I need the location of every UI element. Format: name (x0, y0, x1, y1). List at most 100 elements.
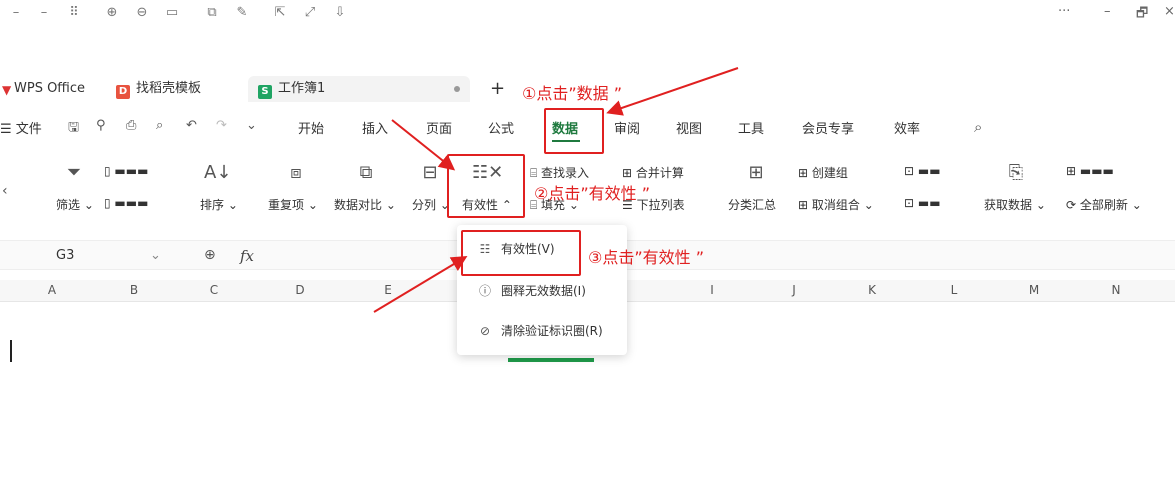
column-k[interactable]: K (862, 283, 882, 297)
menu-efficiency[interactable]: 效率 (894, 118, 920, 137)
column-b[interactable]: B (124, 283, 144, 297)
circle-info-icon: ⓘ (478, 284, 491, 298)
export-icon[interactable]: ⇩ (332, 5, 348, 21)
share-icon[interactable]: ⇱ (272, 5, 288, 21)
filter-icon[interactable]: ⏷ (62, 162, 86, 184)
unsaved-dot-icon (454, 86, 460, 92)
annotation-step3: ③点击”有效性 ” (588, 248, 705, 267)
menu-home[interactable]: 开始 (298, 118, 324, 137)
clear-circle-icon: ⊘ (479, 324, 491, 338)
split-label: 分列 (412, 198, 437, 212)
tab-label: WPS Office (14, 81, 86, 96)
tab-docer-template[interactable]: D 找稻壳模板 (116, 76, 201, 102)
new-tab-button[interactable]: + (490, 76, 505, 102)
menu-member[interactable]: 会员专享 (802, 118, 854, 137)
zoom-out-icon[interactable]: ⊖ (134, 5, 150, 21)
compare-button[interactable]: 数据对比 ⌄ (334, 196, 396, 213)
menu-insert[interactable]: 插入 (362, 118, 388, 137)
ungroup-button[interactable]: ⊞ 取消组合 ⌄ (798, 196, 874, 213)
column-l[interactable]: L (944, 283, 964, 297)
faded-option: ⊡ ▬▬ (904, 196, 941, 210)
column-n[interactable]: N (1106, 283, 1126, 297)
column-a[interactable]: A (42, 283, 62, 297)
create-group-button[interactable]: ⊞ 创建组 (798, 164, 848, 181)
fx-icon[interactable]: fx (240, 247, 254, 265)
tab-label: 工作簿1 (278, 81, 326, 96)
split-button[interactable]: 分列 ⌄ (412, 196, 450, 213)
grid-icon[interactable]: ⠿ (66, 5, 82, 21)
merge-calc-button[interactable]: ⊞ 合并计算 (622, 164, 684, 181)
sort-label: 排序 (200, 198, 225, 212)
menu-page[interactable]: 页面 (426, 118, 452, 137)
copy-icon[interactable]: ⧉ (204, 5, 220, 21)
ungroup-label: 取消组合 (811, 198, 860, 212)
edit-icon[interactable]: ✎ (234, 5, 250, 21)
highlight-box-validity-item (461, 230, 581, 276)
chevron-down-icon: ⌄ (150, 248, 161, 263)
dropdown-item-clear-circles[interactable]: ⊘ 清除验证标识圈(R) (457, 313, 627, 349)
cell-ref: G3 (56, 248, 75, 263)
column-c[interactable]: C (204, 283, 224, 297)
dropdown-item-circle-invalid[interactable]: ⓘ 圈释无效数据(I) (457, 273, 627, 309)
zoom-in-icon[interactable]: ⊕ (104, 5, 120, 21)
menu-formula[interactable]: 公式 (488, 118, 514, 137)
zoom-icon[interactable]: ⊕ (204, 247, 216, 263)
close-icon[interactable]: × (1164, 4, 1175, 19)
column-m[interactable]: M (1024, 283, 1044, 297)
column-i[interactable]: I (702, 283, 722, 297)
filter-label: 筛选 (56, 198, 81, 212)
chevron-down-icon[interactable]: ⌄ (246, 118, 257, 133)
quick-toolbar: – – ⠿ ⊕ ⊖ ▭ ⧉ ✎ ⇱ ⤢ ⇩ ··· – 🗗 × (0, 0, 1175, 28)
sort-button[interactable]: 排序 ⌄ (200, 196, 238, 213)
preview-icon[interactable]: ⌕ (156, 118, 163, 133)
column-j[interactable]: J (784, 283, 804, 297)
get-data-button[interactable]: 获取数据 ⌄ (984, 196, 1046, 213)
split-icon[interactable]: ⊟ (418, 162, 442, 184)
menu-file[interactable]: ☰ 文件 (0, 118, 42, 137)
menu-file-label: 文件 (15, 122, 42, 137)
save-icon[interactable]: 🖫 (68, 118, 79, 140)
filter-button[interactable]: 筛选 ⌄ (56, 196, 94, 213)
collapse-left-icon[interactable]: ‹ (2, 180, 8, 202)
menu-review[interactable]: 审阅 (614, 118, 640, 137)
refresh-all-label: 全部刷新 (1079, 198, 1128, 212)
name-box[interactable]: G3 ⌄ (0, 241, 175, 271)
subtotal-button[interactable]: 分类汇总 (728, 196, 776, 213)
duplicates-button[interactable]: 重复项 ⌄ (268, 196, 318, 213)
fullscreen-icon[interactable]: ⤢ (302, 5, 318, 21)
annotation-step2: ②点击”有效性 ” (534, 184, 651, 203)
sort-icon[interactable]: A↓ (204, 162, 231, 184)
print-icon[interactable]: ⎙ (126, 118, 136, 133)
spreadsheet-logo-icon: S (258, 85, 272, 99)
subtotal-icon[interactable]: ⊞ (744, 162, 768, 184)
faded-option: ⊞ ▬▬▬ (1066, 164, 1114, 178)
link-icon[interactable]: ⚲ (96, 118, 106, 133)
faded-option: ⊡ ▬▬ (904, 164, 941, 178)
compare-label: 数据对比 (334, 198, 383, 212)
more-icon[interactable]: ··· (1058, 4, 1070, 19)
restore-icon[interactable]: 🗗 (1136, 4, 1148, 26)
minimize-icon[interactable]: – (1104, 4, 1111, 19)
tab-wps-office[interactable]: ▼ WPS Office (2, 76, 85, 102)
get-data-icon[interactable]: ⎘ (1004, 162, 1028, 184)
cell-cursor (10, 340, 12, 362)
get-data-label: 获取数据 (984, 198, 1033, 212)
tab-workbook1[interactable]: S 工作簿1 (248, 76, 470, 102)
tab-label: 找稻壳模板 (136, 81, 202, 96)
redo-icon[interactable]: ↷ (216, 118, 227, 133)
screen-icon[interactable]: ▭ (164, 5, 180, 21)
duplicates-icon[interactable]: ⧈ (284, 162, 308, 184)
annotation-step1: ①点击”数据 ” (522, 84, 623, 103)
highlight-box-data-tab (544, 108, 604, 154)
menu-tools[interactable]: 工具 (738, 118, 764, 137)
column-e[interactable]: E (378, 283, 398, 297)
column-d[interactable]: D (290, 283, 310, 297)
lookup-entry-button[interactable]: ⌸ 查找录入 (530, 164, 589, 181)
refresh-all-button[interactable]: ⟳ 全部刷新 ⌄ (1066, 196, 1142, 213)
create-group-label: 创建组 (811, 166, 848, 180)
compare-icon[interactable]: ⧉ (354, 162, 378, 184)
menu-view[interactable]: 视图 (676, 118, 702, 137)
docer-logo-icon: D (116, 85, 130, 99)
search-icon[interactable]: ⌕ (974, 118, 982, 136)
undo-icon[interactable]: ↶ (186, 118, 197, 133)
